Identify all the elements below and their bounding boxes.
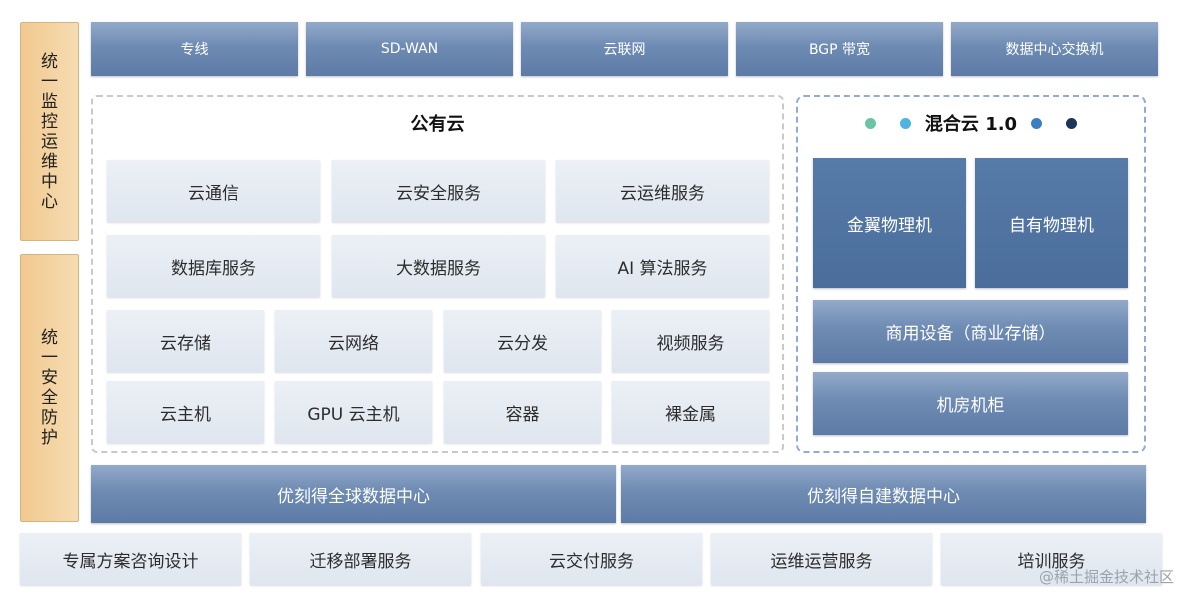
vertical-char: 全 [41,388,58,408]
tile-ai-algorithm: AI 算法服务 [556,235,769,297]
machine-jinyi: 金翼物理机 [813,158,966,288]
top-item-bgp-bandwidth: BGP 带宽 [736,22,943,76]
vertical-char: 统 [41,328,58,348]
service-consulting: 专属方案咨询设计 [20,533,241,585]
watermark-text: @稀土掘金技术社区 [1038,568,1174,586]
dot-icon [864,117,876,129]
vertical-char: 统 [41,51,58,72]
vertical-char: 防 [41,408,58,428]
vertical-char: 一 [41,71,58,92]
tile-cloud-ops: 云运维服务 [556,160,769,222]
vertical-char: 维 [41,151,58,172]
dot-icon [1066,117,1078,129]
tile-big-data: 大数据服务 [332,235,545,297]
tile-cloud-host: 云主机 [107,381,264,443]
vertical-char: 中 [41,171,58,192]
top-item-cloud-network: 云联网 [521,22,728,76]
tile-cloud-distribution: 云分发 [444,310,601,372]
dot-icon [1031,117,1043,129]
vertical-char: 运 [41,131,58,152]
vertical-char: 安 [41,368,58,388]
service-delivery: 云交付服务 [481,533,702,585]
commercial-devices: 商用设备（商业存储） [813,300,1128,363]
self-built-datacenter: 优刻得自建数据中心 [621,465,1146,523]
tile-container: 容器 [444,381,601,443]
machine-self-owned: 自有物理机 [975,158,1128,288]
service-migration: 迁移部署服务 [250,533,471,585]
hybrid-cloud-title: 混合云 1.0 [924,114,1018,135]
tile-bare-metal: 裸金属 [612,381,769,443]
top-item-dedicated-line: 专线 [91,22,298,76]
vertical-char: 控 [41,111,58,132]
tile-cloud-security: 云安全服务 [332,160,545,222]
security-protection-bar: 统一安全防护 [20,254,79,522]
vertical-char: 护 [41,428,58,448]
tile-cloud-storage: 云存储 [107,310,264,372]
tile-cloud-communication: 云通信 [107,160,320,222]
vertical-char: 心 [41,191,58,212]
tile-cloud-network: 云网络 [275,310,432,372]
dot-icon [899,117,911,129]
vertical-char: 一 [41,348,58,368]
tile-video-service: 视频服务 [612,310,769,372]
hybrid-cloud-header: 混合云 1.0 [796,108,1146,138]
global-datacenter: 优刻得全球数据中心 [91,465,616,523]
top-item-sdwan: SD-WAN [306,22,513,76]
server-rack: 机房机柜 [813,372,1128,435]
monitoring-ops-center-bar: 统一监控运维中心 [20,22,79,241]
tile-gpu-cloud-host: GPU 云主机 [275,381,432,443]
tile-database: 数据库服务 [107,235,320,297]
vertical-char: 监 [41,91,58,112]
top-item-dc-switch: 数据中心交换机 [951,22,1158,76]
service-operations: 运维运营服务 [711,533,932,585]
public-cloud-title: 公有云 [410,114,465,135]
